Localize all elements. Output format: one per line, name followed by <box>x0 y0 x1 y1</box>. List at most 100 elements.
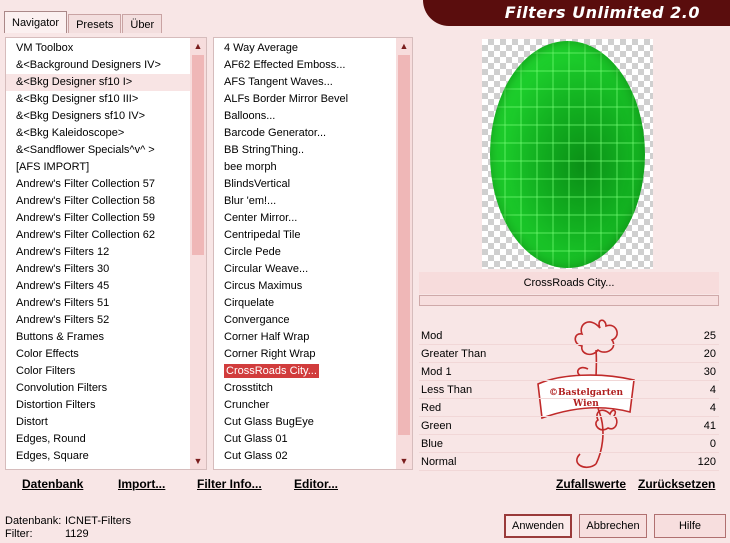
scroll-down-icon[interactable]: ▼ <box>396 454 412 468</box>
param-row[interactable]: Blue 0 <box>419 435 719 453</box>
tab-about[interactable]: Über <box>122 14 163 33</box>
list-item[interactable]: Andrew's Filters 30 <box>6 261 190 278</box>
list-item-label: Convergance <box>224 314 290 326</box>
scroll-down-icon[interactable]: ▼ <box>190 454 206 468</box>
list-item[interactable]: Buttons & Frames <box>6 329 190 346</box>
list-item[interactable]: Andrew's Filter Collection 59 <box>6 210 190 227</box>
list-item[interactable]: &<Bkg Designer sf10 I> <box>6 74 190 91</box>
filter-info-link[interactable]: Filter Info... <box>197 477 262 491</box>
list-item-label: AF62 Effected Emboss... <box>224 59 346 71</box>
database-link[interactable]: Datenbank <box>22 477 83 491</box>
list-item[interactable]: Cirquelate <box>214 295 396 312</box>
list-item[interactable]: Cut Glass 01 <box>214 431 396 448</box>
import-link[interactable]: Import... <box>118 477 165 491</box>
scroll-thumb[interactable] <box>398 55 410 435</box>
param-row[interactable]: Red 4 <box>419 399 719 417</box>
list-item[interactable]: BB StringThing.. <box>214 142 396 159</box>
list-item[interactable]: Color Effects <box>6 346 190 363</box>
scroll-up-icon[interactable]: ▲ <box>190 39 206 53</box>
list-item[interactable]: Andrew's Filters 45 <box>6 278 190 295</box>
list-item[interactable]: Andrew's Filter Collection 62 <box>6 227 190 244</box>
list-item-label: Balloons... <box>224 110 276 122</box>
list-item[interactable]: &<Bkg Kaleidoscope> <box>6 125 190 142</box>
list-item[interactable]: [AFS IMPORT] <box>6 159 190 176</box>
list-item[interactable]: &<Background Designers IV> <box>6 57 190 74</box>
list-item[interactable]: Andrew's Filters 51 <box>6 295 190 312</box>
param-value[interactable]: 30 <box>704 363 716 381</box>
tab-presets[interactable]: Presets <box>68 14 122 33</box>
list-item[interactable]: Andrew's Filters 12 <box>6 244 190 261</box>
editor-link[interactable]: Editor... <box>294 477 338 491</box>
param-value[interactable]: 4 <box>710 399 716 417</box>
param-row[interactable]: Mod 1 30 <box>419 363 719 381</box>
param-row[interactable]: Mod 25 <box>419 327 719 345</box>
list-item[interactable]: AF62 Effected Emboss... <box>214 57 396 74</box>
list-item[interactable]: Color Filters <box>6 363 190 380</box>
list-item[interactable]: AFS Tangent Waves... <box>214 74 396 91</box>
list-item[interactable]: CrossRoads City... <box>214 363 396 380</box>
param-row[interactable]: Less Than 4 <box>419 381 719 399</box>
list-item[interactable]: Edges, Round <box>6 431 190 448</box>
param-value[interactable]: 41 <box>704 417 716 435</box>
list-item[interactable]: bee morph <box>214 159 396 176</box>
list-item[interactable]: VM Toolbox <box>6 40 190 57</box>
title-banner: Filters Unlimited 2.0 <box>423 0 730 26</box>
list-item[interactable]: Barcode Generator... <box>214 125 396 142</box>
list-item[interactable]: Convolution Filters <box>6 380 190 397</box>
help-button[interactable]: Hilfe <box>654 514 726 538</box>
list-item[interactable]: 4 Way Average <box>214 40 396 57</box>
param-value[interactable]: 0 <box>710 435 716 453</box>
list-item[interactable]: Centripedal Tile <box>214 227 396 244</box>
tab-navigator[interactable]: Navigator <box>4 11 68 33</box>
param-row[interactable]: Normal 120 <box>419 453 719 471</box>
list-item[interactable]: Edges, Square <box>6 448 190 465</box>
param-value[interactable]: 25 <box>704 327 716 345</box>
list-item[interactable]: Convergance <box>214 312 396 329</box>
list-item[interactable]: Circus Maximus <box>214 278 396 295</box>
param-label: Normal <box>421 456 457 468</box>
action-links: Datenbank Import... Filter Info... Edito… <box>0 477 730 493</box>
param-label: Greater Than <box>421 348 487 360</box>
list-item[interactable]: Circular Weave... <box>214 261 396 278</box>
app-title: Filters Unlimited 2.0 <box>504 3 700 22</box>
list-item[interactable]: &<Bkg Designers sf10 IV> <box>6 108 190 125</box>
apply-button[interactable]: Anwenden <box>504 514 572 538</box>
param-value[interactable]: 120 <box>698 453 716 471</box>
param-value[interactable]: 4 <box>710 381 716 399</box>
list-item[interactable]: Distortion Filters <box>6 397 190 414</box>
list-item[interactable]: Balloons... <box>214 108 396 125</box>
list-item[interactable]: BlindsVertical <box>214 176 396 193</box>
param-value[interactable]: 20 <box>704 345 716 363</box>
list-item[interactable]: Distort <box>6 414 190 431</box>
list-item[interactable]: &<Bkg Designer sf10 III> <box>6 91 190 108</box>
list-item[interactable]: ALFs Border Mirror Bevel <box>214 91 396 108</box>
list-item[interactable]: Corner Right Wrap <box>214 346 396 363</box>
cancel-button[interactable]: Abbrechen <box>579 514 647 538</box>
list-item-label: Distortion Filters <box>16 399 96 411</box>
list-item[interactable]: Center Mirror... <box>214 210 396 227</box>
category-scrollbar[interactable]: ▲ ▼ <box>190 38 206 469</box>
list-item[interactable]: Andrew's Filters 52 <box>6 312 190 329</box>
scroll-thumb[interactable] <box>192 55 204 255</box>
list-item[interactable]: Corner Half Wrap <box>214 329 396 346</box>
list-item-label: [AFS IMPORT] <box>16 161 90 173</box>
list-item[interactable]: Cut Glass BugEye <box>214 414 396 431</box>
scroll-up-icon[interactable]: ▲ <box>396 39 412 53</box>
list-item[interactable]: Circle Pede <box>214 244 396 261</box>
list-item[interactable]: Andrew's Filter Collection 57 <box>6 176 190 193</box>
filter-scrollbar[interactable]: ▲ ▼ <box>396 38 412 469</box>
list-item-label: &<Bkg Designer sf10 I> <box>16 76 133 88</box>
list-item[interactable]: Crosstitch <box>214 380 396 397</box>
list-item[interactable]: &<Sandflower Specials^v^ > <box>6 142 190 159</box>
category-list[interactable]: VM Toolbox &<Background Designers IV> &<Bk… <box>5 37 207 470</box>
list-item-label: bee morph <box>224 161 277 173</box>
random-values-link[interactable]: Zufallswerte <box>556 477 626 491</box>
reset-link[interactable]: Zurücksetzen <box>638 477 715 491</box>
list-item[interactable]: Cut Glass 02 <box>214 448 396 465</box>
list-item[interactable]: Andrew's Filter Collection 58 <box>6 193 190 210</box>
filter-list[interactable]: 4 Way Average AF62 Effected Emboss... AFS … <box>213 37 413 470</box>
param-row[interactable]: Greater Than 20 <box>419 345 719 363</box>
param-row[interactable]: Green 41 <box>419 417 719 435</box>
list-item[interactable]: Cruncher <box>214 397 396 414</box>
list-item[interactable]: Blur 'em!... <box>214 193 396 210</box>
